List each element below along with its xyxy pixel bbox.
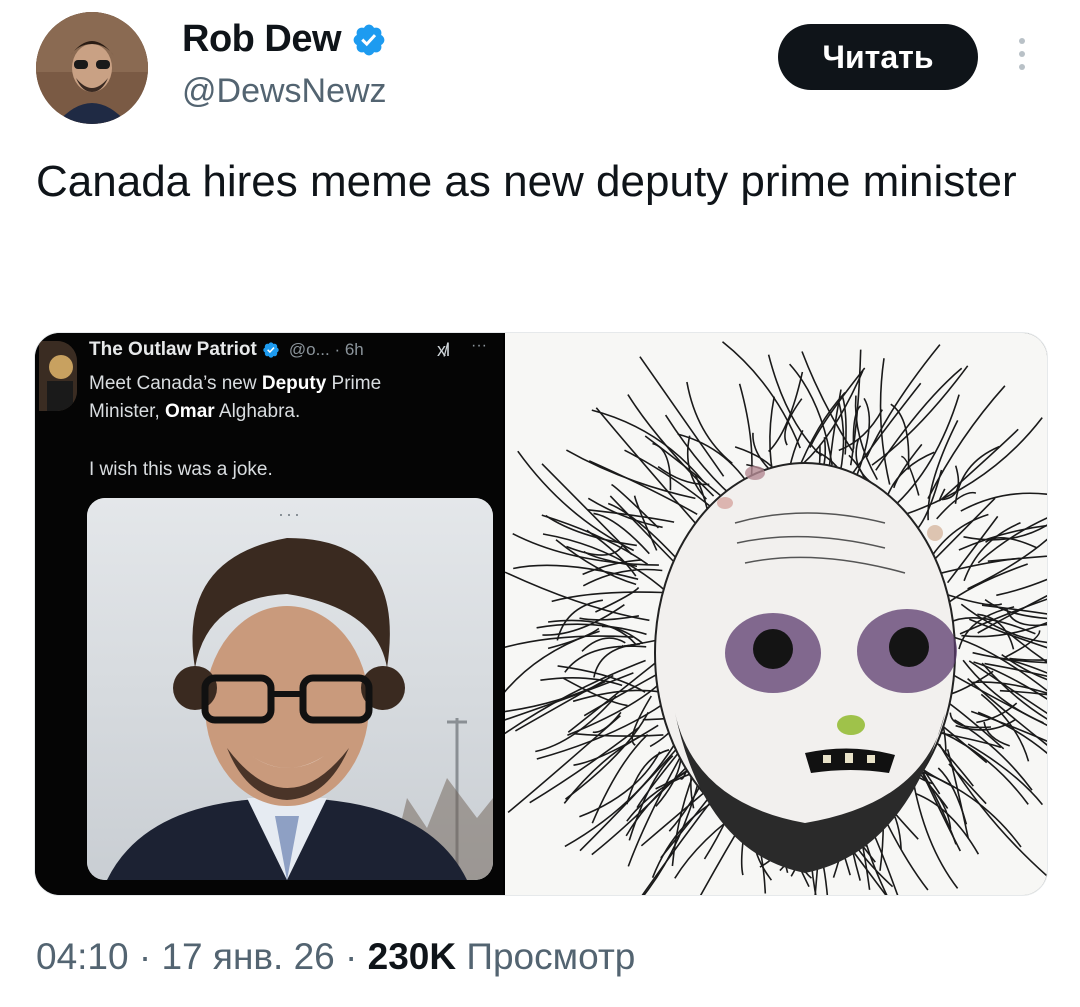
embedded-post-screenshot[interactable]: The Outlaw Patriot @o... · 6h x̸l ··· Me… xyxy=(35,333,503,895)
author-handle[interactable]: @DewsNewz xyxy=(182,72,387,111)
photo-more-icon: ··· xyxy=(278,504,302,524)
author-avatar[interactable] xyxy=(36,12,148,124)
separator: · xyxy=(334,936,368,977)
avatar-photo xyxy=(36,12,148,124)
embedded-text-line-1: Meet Canada’s new Deputy Prime xyxy=(89,373,382,394)
alt-badge-icon xyxy=(1047,665,1048,687)
separator: · xyxy=(128,936,162,977)
views-label: Просмотр xyxy=(456,936,636,977)
follow-button[interactable]: Читать xyxy=(778,24,978,90)
tweet-text: Canada hires meme as new deputy prime mi… xyxy=(36,157,1017,206)
vertical-dots-icon[interactable] xyxy=(1010,38,1034,78)
embedded-author-row: The Outlaw Patriot @o... · 6h xyxy=(89,339,364,361)
tweet-date[interactable]: 17 янв. 26 xyxy=(161,936,334,977)
embedded-text-line-3: I wish this was a joke. xyxy=(89,459,273,480)
tweet-footer: 04:10 · 17 янв. 26 · 230K Просмотр xyxy=(36,936,635,978)
tweet-media[interactable]: The Outlaw Patriot @o... · 6h x̸l ··· Me… xyxy=(34,332,1048,896)
embedded-meta: @o... · 6h xyxy=(288,340,364,359)
embedded-text-line-2: Minister, Omar Alghabra. xyxy=(89,401,301,422)
view-count: 230K xyxy=(367,936,457,977)
tweet-time[interactable]: 04:10 xyxy=(36,936,129,977)
embedded-avatar xyxy=(39,341,77,411)
author-name[interactable]: Rob Dew xyxy=(182,18,342,61)
verified-badge-icon xyxy=(263,342,279,358)
embedded-photo: ··· xyxy=(87,498,493,880)
embedded-author-name: The Outlaw Patriot xyxy=(89,339,257,360)
grok-icon: x̸l xyxy=(437,340,450,360)
meme-drawing xyxy=(473,333,1047,895)
verified-badge-icon xyxy=(353,24,385,55)
author-name-row[interactable]: Rob Dew xyxy=(182,18,387,61)
embedded-more-icon: ··· xyxy=(471,337,487,354)
